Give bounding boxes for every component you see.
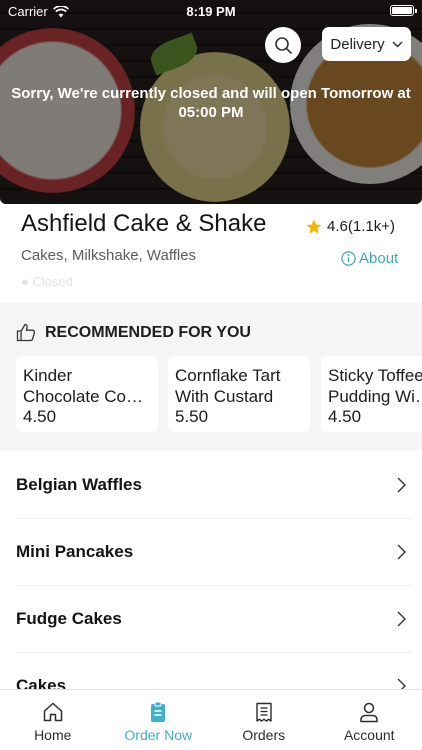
bottom-tab-bar: Home Order Now Orders Account (0, 689, 422, 750)
category-label: Fudge Cakes (16, 609, 122, 628)
chevron-right-icon (397, 544, 406, 560)
cuisine-list: Cakes, Milkshake, Waffles (21, 247, 197, 264)
recommended-item-name: Sticky Toffee Pudding Wi… (328, 366, 422, 406)
delivery-label: Delivery (330, 35, 385, 53)
tab-label: Orders (242, 727, 286, 743)
tab-home[interactable]: Home (0, 690, 106, 750)
recommended-header: RECOMMENDED FOR YOU (16, 323, 251, 342)
category-item[interactable]: Belgian Waffles (16, 452, 412, 519)
thumbs-up-icon (16, 323, 36, 342)
closed-message: Sorry, We're currently closed and will o… (11, 85, 411, 121)
rating: 4.6(1.1k+) (306, 218, 395, 235)
chevron-down-icon (392, 40, 403, 48)
category-item[interactable]: Mini Pancakes (16, 519, 412, 586)
tab-label: Home (34, 727, 72, 743)
info-icon (341, 251, 356, 266)
category-list: Belgian Waffles Mini Pancakes Fudge Cake… (0, 452, 422, 720)
search-button[interactable] (265, 27, 301, 63)
order-icon (151, 701, 166, 722)
recommended-card[interactable]: Cornflake Tart With Custard 5.50 (168, 356, 310, 432)
category-label: Mini Pancakes (16, 542, 134, 561)
recommended-item-price: 5.50 (175, 407, 209, 426)
battery-icon (390, 5, 417, 16)
closed-status-label: Closed (32, 274, 73, 289)
recommended-item-price: 4.50 (328, 407, 362, 426)
account-icon (360, 702, 378, 723)
restaurant-name: Ashfield Cake & Shake (21, 210, 267, 237)
tab-label: Account (343, 727, 395, 743)
tab-label: Order Now (124, 727, 193, 743)
recommended-item-name: Kinder Chocolate Co… (23, 366, 144, 406)
recommended-section: RECOMMENDED FOR YOU Kinder Chocolate Co…… (0, 303, 422, 450)
rating-value: 4.6(1.1k+) (327, 218, 395, 235)
status-bar: Carrier 8:19 PM (0, 0, 422, 22)
recommended-title: RECOMMENDED FOR YOU (45, 323, 251, 341)
category-label: Belgian Waffles (16, 475, 142, 494)
closed-status-dot: ● (21, 274, 29, 289)
about-label: About (359, 250, 399, 267)
delivery-mode-dropdown[interactable]: Delivery (322, 27, 411, 61)
clock: 8:19 PM (186, 4, 236, 19)
recommended-item-name: Cornflake Tart With Custard (175, 366, 281, 406)
about-link[interactable]: About (341, 250, 398, 267)
tab-order-now[interactable]: Order Now (106, 690, 212, 750)
search-icon (274, 36, 292, 54)
recommended-card[interactable]: Sticky Toffee Pudding Wi… 4.50 (321, 356, 422, 432)
home-icon (43, 702, 62, 722)
tab-account[interactable]: Account (317, 690, 422, 750)
status-badge: ● Closed (21, 274, 73, 289)
recommended-item-price: 4.50 (23, 407, 57, 426)
category-item[interactable]: Fudge Cakes (16, 586, 412, 653)
star-icon (306, 219, 322, 234)
receipt-icon (256, 702, 272, 722)
chevron-right-icon (397, 477, 406, 493)
recommended-card[interactable]: Kinder Chocolate Co… 4.50 (16, 356, 158, 432)
tab-orders[interactable]: Orders (211, 690, 317, 750)
chevron-right-icon (397, 611, 406, 627)
